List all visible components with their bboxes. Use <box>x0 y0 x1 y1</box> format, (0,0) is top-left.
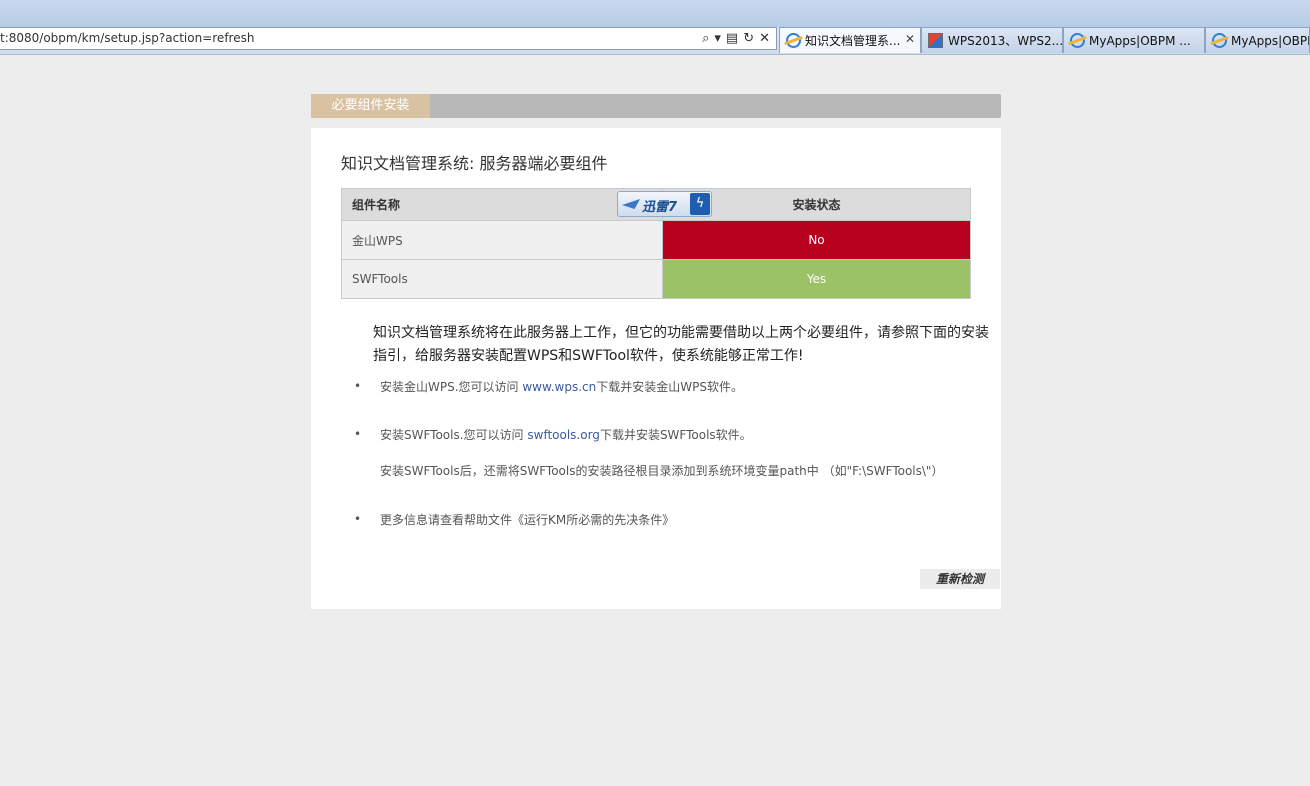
address-bar-icons: ⌕ ▾ ▤ ↻ ✕ <box>702 30 770 47</box>
search-icon[interactable]: ⌕ <box>702 30 709 47</box>
tab-knowledge-system[interactable]: 知识文档管理系... ✕ <box>779 27 921 53</box>
status-badge: Yes <box>662 259 971 299</box>
recheck-button[interactable]: 重新检测 <box>920 569 1000 589</box>
xunlei-badge[interactable]: 迅雷7 ϟ <box>617 191 712 217</box>
wps-instruction: 安装金山WPS.您可以访问 www.wps.cn下载并安装金山WPS软件。 <box>380 378 743 395</box>
bullet-icon: • <box>354 379 362 393</box>
browser-title-bar <box>0 0 1310 27</box>
swftools-link[interactable]: swftools.org <box>527 428 600 442</box>
tab-wps[interactable]: WPS2013、WPS2... <box>921 27 1063 53</box>
table-row: SWFTools Yes <box>341 259 971 299</box>
tab-myapps-1[interactable]: MyApps|OBPM ... <box>1063 27 1205 53</box>
bird-icon <box>622 199 640 209</box>
status-badge: No <box>662 220 971 260</box>
close-icon[interactable]: ✕ <box>905 32 915 46</box>
component-name: 金山WPS <box>341 220 663 260</box>
bullet-icon: • <box>354 427 362 441</box>
compat-view-icon[interactable]: ▤ <box>726 30 738 47</box>
column-header-name: 组件名称 <box>341 188 663 221</box>
setup-content: 知识文档管理系统: 服务器端必要组件 组件名称 安装状态 金山WPS No SW… <box>311 128 1001 609</box>
panel-tab[interactable]: 必要组件安装 <box>311 94 430 118</box>
ie-icon <box>1070 33 1085 48</box>
swf-text-before: 安装SWFTools.您可以访问 <box>380 428 528 442</box>
swf-path-note: 安装SWFTools后，还需将SWFTools的安装路径根目录添加到系统环境变量… <box>380 464 944 478</box>
intro-text: 知识文档管理系统将在此服务器上工作，但它的功能需要借助以上两个必要组件，请参照下… <box>373 325 989 364</box>
wps-text-after: 下载并安装金山WPS软件。 <box>596 380 743 394</box>
wps-icon <box>928 33 943 48</box>
tab-myapps-2[interactable]: MyApps|OBPM <box>1205 27 1310 53</box>
refresh-icon[interactable]: ↻ <box>743 30 754 47</box>
tab-label: 知识文档管理系... <box>805 34 901 48</box>
table-row: 金山WPS No <box>341 220 971 260</box>
address-bar[interactable]: t:8080/obpm/km/setup.jsp?action=refresh … <box>0 27 777 50</box>
tab-label: MyApps|OBPM ... <box>1089 33 1191 48</box>
browser-toolbar: t:8080/obpm/km/setup.jsp?action=refresh … <box>0 27 1310 55</box>
swf-instruction: 安装SWFTools.您可以访问 swftools.org下载并安装SWFToo… <box>380 426 752 443</box>
tab-label: MyApps|OBPM <box>1231 33 1310 48</box>
tab-label: WPS2013、WPS2... <box>948 34 1063 48</box>
page-title: 知识文档管理系统: 服务器端必要组件 <box>341 154 608 173</box>
bullet-icon: • <box>354 512 362 526</box>
panel-header: 必要组件安装 <box>311 94 1001 118</box>
stop-icon[interactable]: ✕ <box>759 30 770 47</box>
xunlei-label: 迅雷7 <box>642 200 678 215</box>
lightning-icon: ϟ <box>690 193 710 215</box>
swf-text-after: 下载并安装SWFTools软件。 <box>599 428 752 442</box>
dropdown-icon[interactable]: ▾ <box>714 30 721 47</box>
wps-link[interactable]: www.wps.cn <box>522 380 596 394</box>
component-name: SWFTools <box>341 259 663 299</box>
ie-icon <box>786 33 801 48</box>
wps-text-before: 安装金山WPS.您可以访问 <box>380 380 523 394</box>
ie-icon <box>1212 33 1227 48</box>
help-link-text[interactable]: 更多信息请查看帮助文件《运行KM所必需的先决条件》 <box>380 511 674 528</box>
address-url[interactable]: t:8080/obpm/km/setup.jsp?action=refresh <box>0 31 254 45</box>
